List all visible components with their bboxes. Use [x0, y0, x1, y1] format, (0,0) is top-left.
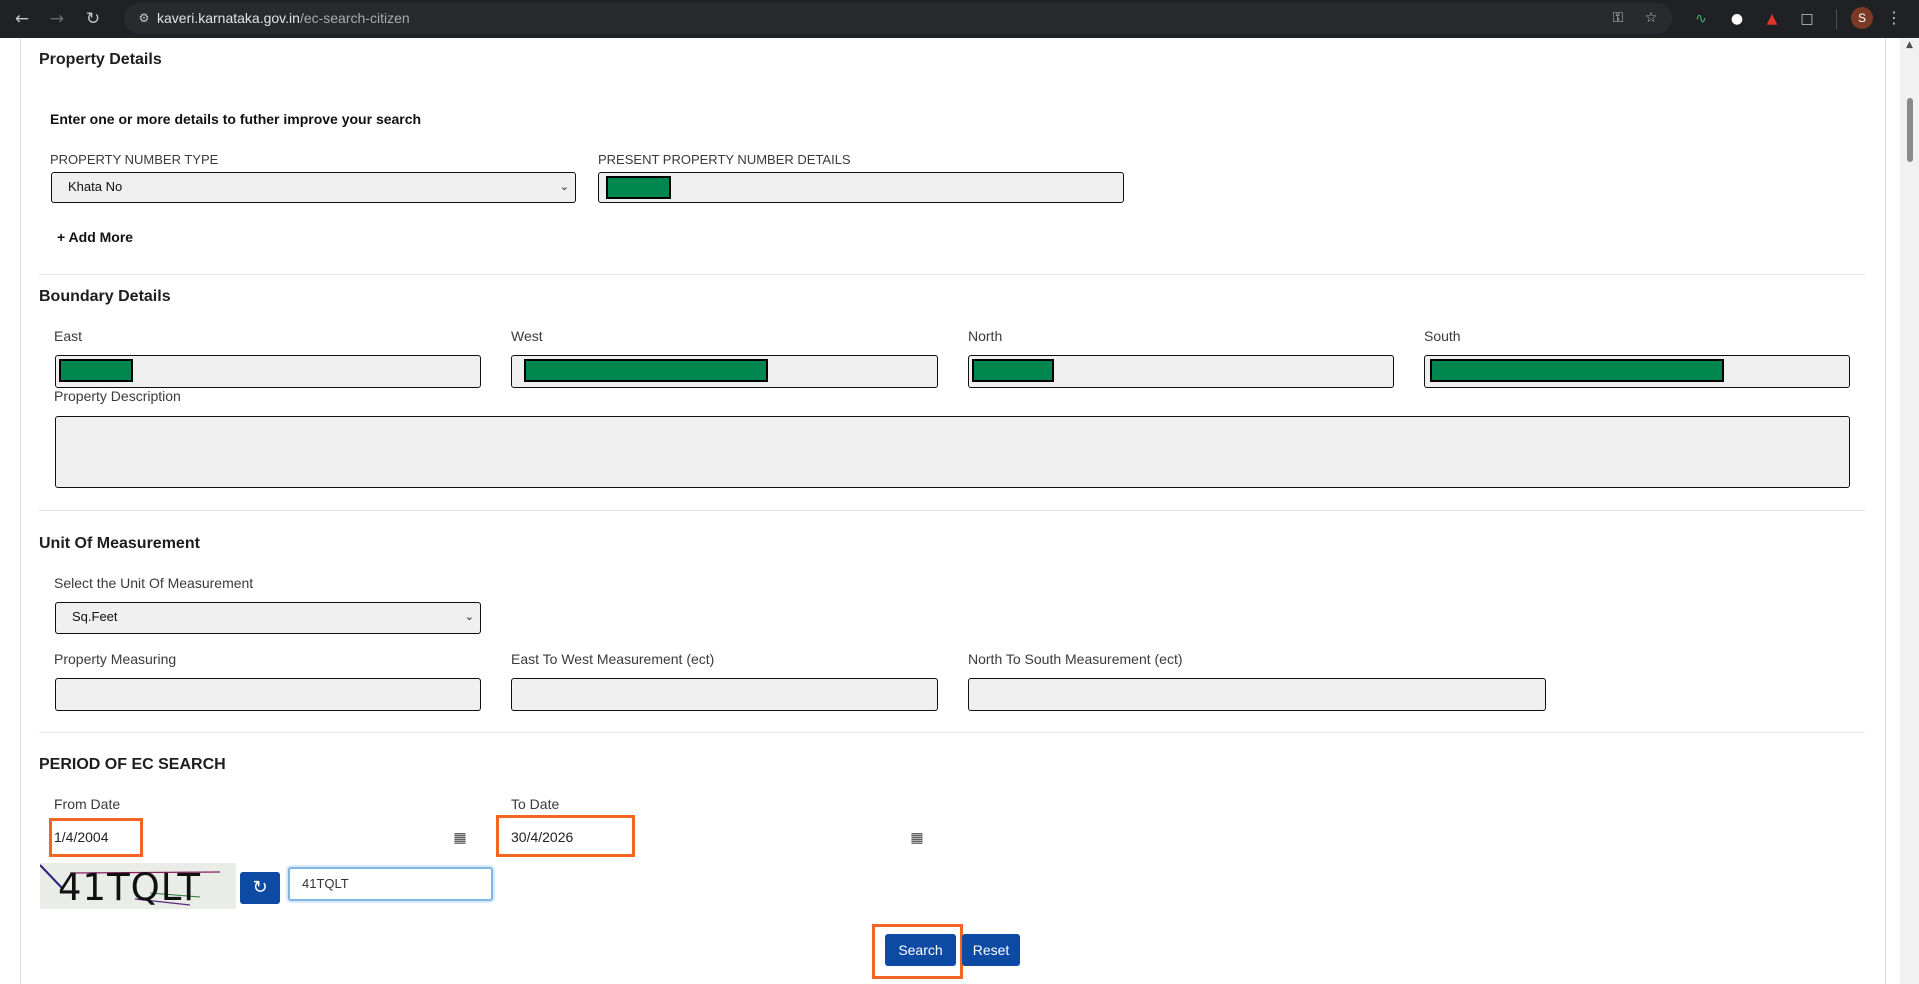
north-south-measurement-label: North To South Measurement (ect) — [968, 651, 1183, 667]
to-date-input[interactable]: 30/4/2026 — [511, 829, 573, 845]
north-south-measurement-input[interactable] — [968, 678, 1546, 711]
west-input[interactable] — [511, 355, 938, 388]
extensions-puzzle-icon[interactable]: □ — [1796, 8, 1818, 30]
property-number-type-select[interactable]: Khata No ⌄ — [51, 172, 576, 203]
site-settings-icon[interactable]: ⚙ — [136, 10, 152, 26]
north-label: North — [968, 328, 1003, 344]
back-arrow-icon[interactable]: ← — [9, 6, 35, 32]
page-scrollbar[interactable]: ▲ — [1900, 38, 1919, 984]
pdf-extension-icon[interactable]: ▲ — [1761, 8, 1783, 30]
property-number-type-label: PROPERTY NUMBER TYPE — [50, 152, 219, 167]
captcha-input[interactable]: 41TQLT — [288, 867, 493, 901]
west-label: West — [511, 328, 543, 344]
from-date-label: From Date — [54, 796, 121, 812]
forward-arrow-icon[interactable]: → — [44, 6, 70, 32]
unit-of-measurement-title: Unit Of Measurement — [39, 535, 200, 552]
present-property-number-label: PRESENT PROPERTY NUMBER DETAILS — [598, 152, 851, 167]
property-description-label: Property Description — [54, 388, 181, 404]
unit-of-measurement-select[interactable]: Sq.Feet ⌄ — [55, 602, 481, 634]
east-label: East — [54, 328, 83, 344]
east-west-measurement-label: East To West Measurement (ect) — [511, 651, 715, 667]
search-hint: Enter one or more details to futher impr… — [50, 111, 422, 127]
boundary-details-title: Boundary Details — [39, 288, 171, 305]
redacted-value — [1430, 359, 1724, 382]
present-property-number-input[interactable] — [598, 172, 1124, 203]
redacted-value — [59, 359, 133, 382]
section-divider — [39, 510, 1865, 511]
property-measuring-label: Property Measuring — [54, 651, 177, 667]
chevron-down-icon: ⌄ — [559, 181, 569, 193]
captcha-image: 41TQLT — [40, 863, 236, 909]
captcha-text: 41TQLT — [58, 866, 201, 909]
reload-icon[interactable]: ↻ — [80, 6, 106, 32]
redacted-value — [972, 359, 1054, 382]
extension-wave-icon[interactable]: ∿ — [1690, 8, 1712, 30]
section-divider — [39, 274, 1865, 275]
redacted-value — [524, 359, 768, 382]
captcha-refresh-icon[interactable]: ↻ — [240, 872, 280, 904]
password-key-icon[interactable]: ⚿ — [1608, 8, 1628, 28]
property-measuring-input[interactable] — [55, 678, 481, 711]
property-details-title: Property Details — [39, 51, 162, 68]
unit-select-label: Select the Unit Of Measurement — [54, 575, 254, 591]
property-description-textarea[interactable] — [55, 416, 1850, 488]
extension-circle-icon[interactable]: ● — [1726, 8, 1748, 30]
search-button[interactable]: Search — [885, 934, 956, 966]
east-input[interactable] — [55, 355, 481, 388]
redacted-value — [606, 176, 671, 199]
address-bar[interactable]: ⚙ kaveri.karnataka.gov.in/ec-search-citi… — [124, 3, 1672, 34]
from-date-input[interactable]: 1/4/2004 — [54, 829, 109, 845]
page-content: Property Details Enter one or more detai… — [0, 38, 1900, 984]
toolbar-divider — [1836, 9, 1837, 29]
address-url[interactable]: kaveri.karnataka.gov.in/ec-search-citize… — [157, 10, 410, 26]
south-input[interactable] — [1424, 355, 1850, 388]
north-input[interactable] — [968, 355, 1394, 388]
east-west-measurement-input[interactable] — [511, 678, 938, 711]
unit-of-measurement-value: Sq.Feet — [72, 609, 118, 624]
scroll-thumb[interactable] — [1907, 98, 1913, 162]
chevron-down-icon: ⌄ — [464, 611, 474, 623]
property-number-type-value: Khata No — [68, 179, 123, 194]
profile-avatar[interactable]: S — [1851, 7, 1873, 29]
add-more-button[interactable]: + Add More — [57, 229, 133, 245]
reset-button[interactable]: Reset — [962, 934, 1020, 966]
south-label: South — [1424, 328, 1461, 344]
section-divider — [39, 732, 1865, 733]
bookmark-star-icon[interactable]: ☆ — [1641, 8, 1661, 28]
period-title: PERIOD OF EC SEARCH — [39, 756, 226, 773]
calendar-icon[interactable]: ▦ — [908, 829, 926, 847]
browser-toolbar: ← → ↻ ⚙ kaveri.karnataka.gov.in/ec-searc… — [0, 0, 1919, 38]
browser-menu-icon[interactable]: ⋮ — [1884, 7, 1904, 29]
to-date-label: To Date — [511, 796, 560, 812]
calendar-icon[interactable]: ▦ — [451, 829, 469, 847]
scroll-up-arrow-icon[interactable]: ▲ — [1904, 40, 1915, 50]
